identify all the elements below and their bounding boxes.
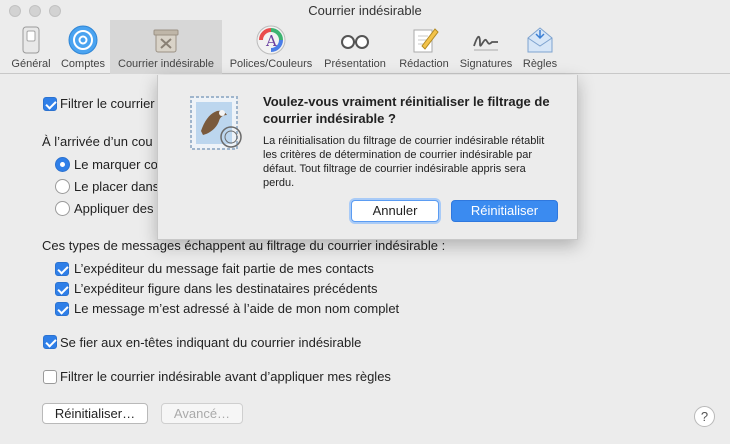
tab-composing[interactable]: Rédaction	[393, 20, 455, 74]
exception-fullname-label: Le message m’est adressé à l’aide de mon…	[74, 301, 400, 316]
radio-custom-label: Appliquer des	[74, 201, 154, 216]
tab-rules[interactable]: Règles	[518, 20, 562, 74]
junk-trash-icon	[153, 29, 179, 53]
tab-signatures-label: Signatures	[459, 58, 513, 70]
tab-accounts[interactable]: Comptes	[57, 20, 109, 74]
rules-envelope-icon	[527, 27, 553, 53]
radio-mark-junk[interactable]	[55, 157, 70, 172]
tab-viewing-label: Présentation	[324, 58, 386, 70]
tab-junk-mail-label: Courrier indésirable	[118, 58, 214, 70]
trust-headers-label: Se fier aux en-têtes indiquant du courri…	[60, 335, 362, 350]
tab-signatures[interactable]: Signatures	[456, 20, 516, 74]
filter-before-rules-label: Filtrer le courrier indésirable avant d’…	[60, 369, 391, 384]
filter-junk-label: Filtrer le courrier	[60, 96, 155, 111]
mail-stamp-eagle-icon	[190, 96, 242, 150]
trust-headers-checkbox[interactable]	[43, 335, 57, 349]
dialog-message: La réinitialisation du filtrage de courr…	[263, 135, 545, 189]
exception-fullname-checkbox[interactable]	[55, 302, 69, 316]
title-bar: Courrier indésirable	[0, 0, 730, 22]
radio-mark-label: Le marquer co	[74, 157, 158, 172]
exception-previous-label: L’expéditeur figure dans les destinatair…	[74, 281, 378, 296]
radio-move-label: Le placer dans	[74, 179, 160, 194]
zoom-window-button[interactable]	[49, 5, 61, 17]
signature-icon	[473, 35, 498, 51]
confirm-reset-button[interactable]: Réinitialiser	[451, 200, 558, 222]
dialog-title: Voulez-vous vraiment réinitialiser le fi…	[263, 94, 550, 126]
tab-fonts-colors[interactable]: A Polices/Couleurs	[224, 20, 318, 74]
preferences-toolbar: Général Comptes Courrier indésirable A P…	[0, 20, 730, 74]
font-colors-icon: A	[256, 25, 286, 55]
at-sign-icon	[68, 25, 98, 55]
radio-move-junk[interactable]	[55, 179, 70, 194]
pencil-notepad-icon	[413, 28, 439, 53]
minimize-window-button[interactable]	[29, 5, 41, 17]
exceptions-heading: Ces types de messages échappent au filtr…	[42, 238, 446, 253]
tab-accounts-label: Comptes	[60, 58, 106, 70]
tab-general-label: Général	[11, 58, 51, 70]
glasses-icon	[341, 35, 369, 49]
radio-custom-actions[interactable]	[55, 201, 70, 216]
svg-text:A: A	[265, 32, 277, 50]
reset-button[interactable]: Réinitialiser…	[42, 403, 148, 424]
arrival-heading: À l’arrivée d’un cou	[42, 134, 153, 149]
tab-viewing[interactable]: Présentation	[319, 20, 391, 74]
window-title: Courrier indésirable	[308, 3, 422, 18]
help-button[interactable]: ?	[694, 406, 715, 427]
close-window-button[interactable]	[9, 5, 21, 17]
filter-junk-checkbox[interactable]	[43, 97, 57, 111]
advanced-button[interactable]: Avancé…	[161, 403, 243, 424]
tab-composing-label: Rédaction	[399, 58, 449, 70]
reset-confirmation-sheet: Voulez-vous vraiment réinitialiser le fi…	[157, 75, 578, 240]
tab-rules-label: Règles	[522, 58, 558, 70]
exception-previous-checkbox[interactable]	[55, 282, 69, 296]
filter-before-rules-checkbox[interactable]	[43, 370, 57, 384]
tab-fonts-colors-label: Polices/Couleurs	[229, 58, 313, 70]
cancel-button[interactable]: Annuler	[351, 200, 439, 222]
tab-general[interactable]: Général	[6, 20, 56, 74]
tab-junk-mail[interactable]: Courrier indésirable	[110, 20, 222, 74]
exception-contacts-checkbox[interactable]	[55, 262, 69, 276]
general-switch-icon	[22, 26, 40, 54]
exception-contacts-label: L’expéditeur du message fait partie de m…	[74, 261, 374, 276]
